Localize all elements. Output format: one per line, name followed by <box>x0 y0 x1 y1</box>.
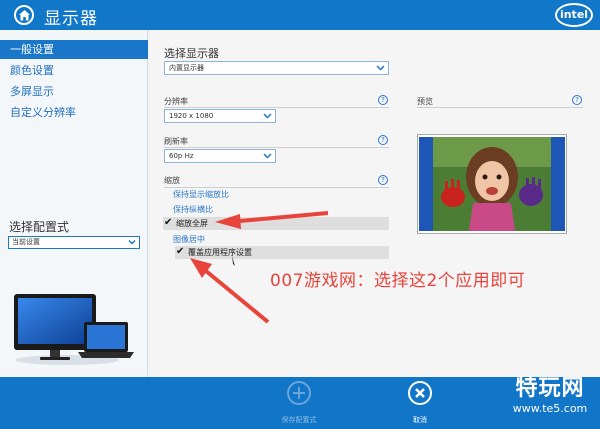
watermark-url: www.te5.com <box>512 402 588 415</box>
save-profile-label: 保存配置式 <box>281 416 317 424</box>
close-icon <box>408 381 432 405</box>
cancel-button[interactable]: 取消 <box>385 379 455 427</box>
annotation-arrows <box>190 211 329 324</box>
watermark: 特玩网 www.te5.com <box>502 376 598 426</box>
arrow-line <box>204 269 270 324</box>
watermark-logo: 特玩网 <box>515 376 585 401</box>
cursor-icon <box>232 256 235 266</box>
save-profile-button[interactable]: 保存配置式 <box>264 379 334 427</box>
arrow-line <box>239 211 329 223</box>
cancel-label: 取消 <box>413 416 427 424</box>
plus-icon <box>287 381 311 405</box>
annotation-text: 007游戏网：选择这2个应用即可 <box>270 271 526 291</box>
arrow-head <box>215 214 241 229</box>
